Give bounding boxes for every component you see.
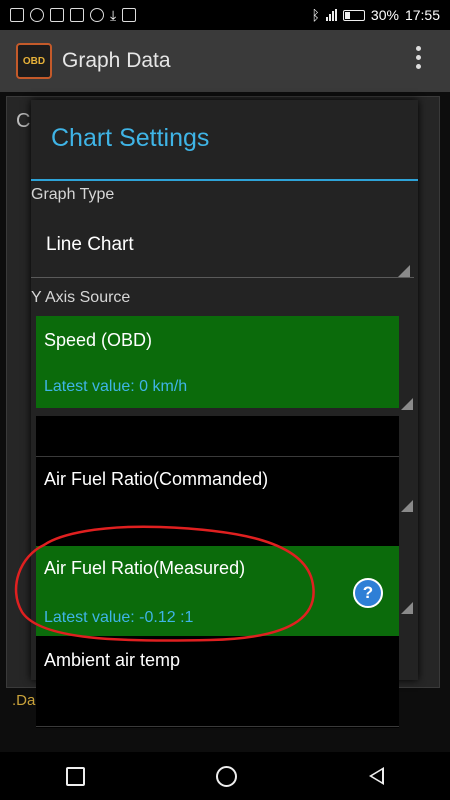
dialog-divider [31,179,418,181]
clock: 17:55 [404,7,440,23]
y-axis-dropdown-list: Air Fuel Ratio(Commanded) Air Fuel Ratio… [36,416,399,728]
navigation-bar [0,752,450,800]
location-icon [122,8,137,22]
battery-percent: 30% [370,7,399,23]
spinner-arrow-icon [398,265,410,277]
app-logo: OBD [16,43,52,79]
y-axis-spinner[interactable]: Speed (OBD) Latest value: 0 km/h [36,316,399,408]
graph-type-label: Graph Type [31,186,115,203]
battery-icon [342,9,365,21]
list-item-selected[interactable]: Air Fuel Ratio(Measured) Latest value: -… [36,546,399,636]
list-item[interactable]: Air Fuel Ratio(Commanded) [36,457,399,546]
app-title: Graph Data [62,49,171,72]
y-axis-label: Y Axis Source [31,289,131,306]
download-icon: ⤓ [110,6,117,23]
status-bar: ⤓ ᛒ 30% 17:55 [0,0,450,30]
image-icon [50,8,64,22]
spinner-arrow-icon [401,500,413,512]
app-bar: OBD Graph Data [0,30,450,92]
overflow-menu-icon[interactable] [416,46,422,69]
back-icon[interactable] [369,767,385,785]
smiley-icon [90,8,104,22]
background-tab-label: C [16,110,31,132]
system-icons: ᛒ 30% 17:55 [312,7,440,23]
background-text: .Da [12,692,36,709]
home-icon[interactable] [216,765,238,787]
dialog-title: Chart Settings [51,124,210,152]
y-axis-latest-value: Latest value: 0 km/h [44,378,188,395]
tools-icon [70,8,84,22]
graph-type-spinner[interactable]: Line Chart [31,212,414,278]
signal-icon [325,9,337,21]
y-axis-value: Speed (OBD) [44,330,153,350]
sd-card-icon [10,8,24,22]
spinner-arrow-icon [401,602,413,614]
bluetooth-icon: ᛒ [311,7,320,23]
spinner-arrow-icon [401,398,413,410]
chat-icon [30,8,44,22]
notification-icons: ⤓ [10,6,137,24]
recent-apps-icon[interactable] [65,766,85,786]
list-item[interactable]: Ambient air temp [36,637,399,727]
graph-type-value: Line Chart [46,234,134,255]
help-icon[interactable]: ? [353,578,383,608]
